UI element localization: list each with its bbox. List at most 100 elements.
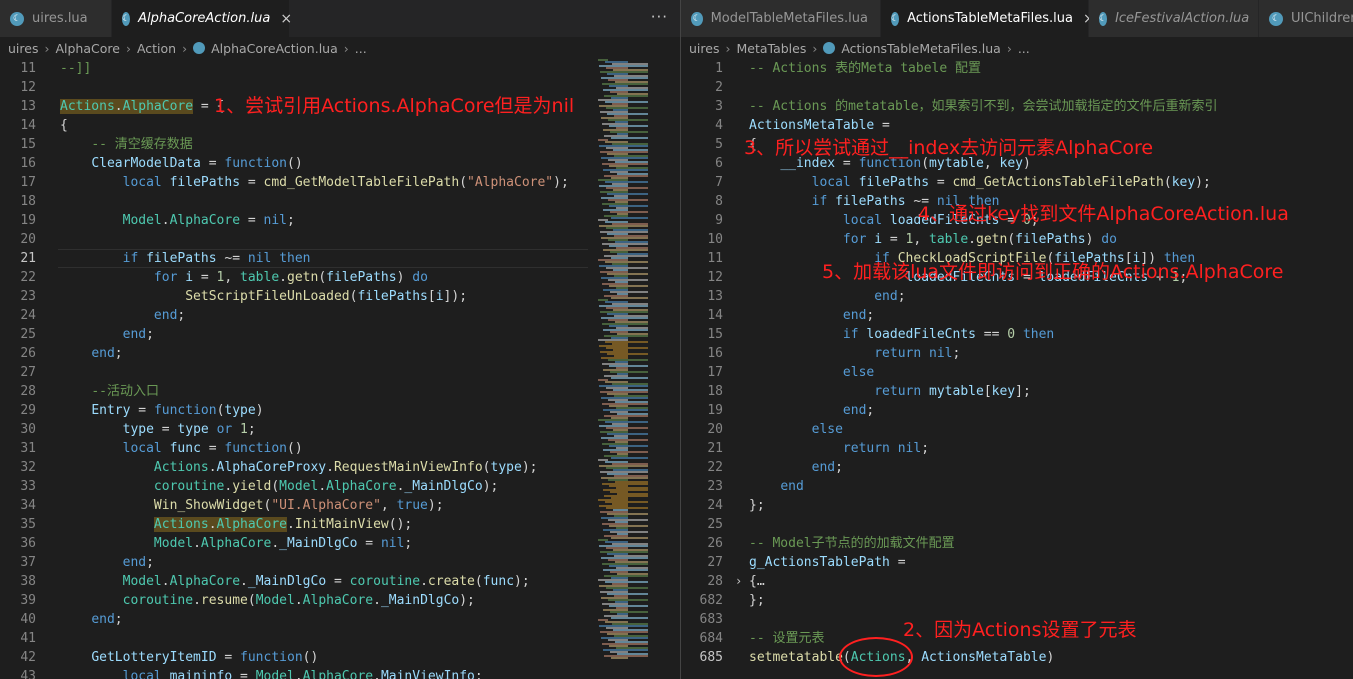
code-line[interactable]: 26 end; (0, 344, 680, 363)
line-code: local filePaths = cmd_GetActionsTableFil… (811, 175, 1211, 190)
tab-label: AlphaCoreAction.lua (138, 11, 271, 26)
code-line[interactable]: 39 coroutine.resume(Model.AlphaCore._Mai… (0, 591, 680, 610)
code-line[interactable]: 32 Actions.AlphaCoreProxy.RequestMainVie… (0, 458, 680, 477)
code-line[interactable]: 30 type = type or 1; (0, 420, 680, 439)
code-line[interactable]: 28 --活动入口 (0, 382, 680, 401)
code-line[interactable]: 15 -- 清空缓存数据 (0, 135, 680, 154)
code-line[interactable]: 37 end; (0, 553, 680, 572)
code-line[interactable]: 684 -- 设置元表 (681, 629, 1353, 648)
code-line[interactable]: 20 (0, 230, 680, 249)
minimap-line (609, 445, 648, 447)
code-line[interactable]: 31 local func = function() (0, 439, 680, 458)
code-line[interactable]: 26 -- Model子节点的的加载文件配置 (681, 534, 1353, 553)
more-actions-icon[interactable]: ··· (651, 8, 668, 26)
line-code: Win_ShowWidget("UI.AlphaCore", true); (153, 498, 444, 513)
breadcrumb: uires › MetaTables › ActionsTableMetaFiles… (681, 37, 1353, 59)
tab-modeltablemetafiles[interactable]: ☾ ModelTableMetaFiles.lua (681, 0, 881, 37)
code-line[interactable]: 34 Win_ShowWidget("UI.AlphaCore", true); (0, 496, 680, 515)
tab-icefestivalaction[interactable]: ☾ IceFestivalAction.lua (1089, 0, 1259, 37)
code-line[interactable]: 682}; (681, 591, 1353, 610)
code-line[interactable]: 20 else (681, 420, 1353, 439)
code-line[interactable]: 3 -- Actions 的metatable，如果索引不到，会尝试加载指定的文件… (681, 97, 1353, 116)
code-line[interactable]: 33 coroutine.yield(Model.AlphaCore._Main… (0, 477, 680, 496)
code-line[interactable]: 40 end; (0, 610, 680, 629)
breadcrumb-item[interactable]: ... (1018, 41, 1030, 56)
code-line[interactable]: 11 if CheckLoadScriptFile(filePaths[i]) … (681, 249, 1353, 268)
code-line[interactable]: 22 end; (681, 458, 1353, 477)
code-line[interactable]: 7 local filePaths = cmd_GetActionsTableF… (681, 173, 1353, 192)
code-line[interactable]: 12 loadedFileCnts = loadedFileCnts + 1; (681, 268, 1353, 287)
code-line[interactable]: 29 Entry = function(type) (0, 401, 680, 420)
lua-file-icon: ☾ (891, 11, 900, 26)
breadcrumb-item[interactable]: AlphaCore (55, 41, 119, 56)
code-line[interactable]: 38 Model.AlphaCore._MainDlgCo = coroutin… (0, 572, 680, 591)
line-code: end; (122, 555, 154, 570)
code-line[interactable]: 17 local filePaths = cmd_GetModelTableFi… (0, 173, 680, 192)
code-line[interactable]: 24 end; (0, 306, 680, 325)
minimap[interactable] (590, 59, 670, 679)
code-editor[interactable]: 1 -- Actions 表的Meta tabele 配置 2 3 -- Actions… (681, 59, 1353, 679)
lua-file-icon: ☾ (10, 11, 24, 26)
breadcrumb-item[interactable]: uires (689, 41, 719, 56)
minimap-line (610, 451, 648, 453)
code-line[interactable]: 22 for i = 1, table.getn(filePaths) do (0, 268, 680, 287)
code-line[interactable]: 9 local loadedFileCnts = 0; (681, 211, 1353, 230)
code-line[interactable]: 15 if loadedFileCnts == 0 then (681, 325, 1353, 344)
code-line[interactable]: 28 {… › (681, 572, 1353, 591)
code-line[interactable]: 1 -- Actions 表的Meta tabele 配置 (681, 59, 1353, 78)
code-line[interactable]: 25 (681, 515, 1353, 534)
code-line[interactable]: 21 return nil; (681, 439, 1353, 458)
breadcrumb-item[interactable]: ... (355, 41, 367, 56)
line-code: local func = function() (122, 441, 303, 456)
code-line[interactable]: 35 Actions.AlphaCore.InitMainView(); (0, 515, 680, 534)
code-line[interactable]: 17 else (681, 363, 1353, 382)
code-line[interactable]: 19 Model.AlphaCore = nil; (0, 211, 680, 230)
code-line[interactable]: 2 (681, 78, 1353, 97)
breadcrumb-item[interactable]: ActionsTableMetaFiles.lua (841, 41, 1000, 56)
line-number: 42 (20, 650, 36, 665)
code-line[interactable]: 12 (0, 78, 680, 97)
code-line[interactable]: 8 if filePaths ~= nil then (681, 192, 1353, 211)
tab-uires[interactable]: ☾ uires.lua (0, 0, 112, 37)
tab-uichildren[interactable]: ☾ UIChildren (1259, 0, 1353, 37)
code-line[interactable]: 18 (0, 192, 680, 211)
breadcrumb-item[interactable]: Action (137, 41, 176, 56)
line-code: return mytable[key]; (874, 384, 1031, 399)
code-line[interactable]: 41 (0, 629, 680, 648)
close-icon[interactable]: × (280, 11, 292, 27)
code-line[interactable]: 685 setmetatable(Actions, ActionsMetaTabl… (681, 648, 1353, 667)
code-line[interactable]: 16 return nil; (681, 344, 1353, 363)
code-line[interactable]: 25 end; (0, 325, 680, 344)
code-line[interactable]: 4 ActionsMetaTable = (681, 116, 1353, 135)
code-line[interactable]: 23 end (681, 477, 1353, 496)
fold-chevron-icon[interactable]: › (735, 572, 742, 591)
line-number: 41 (20, 631, 36, 646)
breadcrumb-item[interactable]: AlphaCoreAction.lua (211, 41, 338, 56)
tab-alphacoreaction[interactable]: ☾ AlphaCoreAction.lua × (112, 0, 292, 37)
code-line[interactable]: 19 end; (681, 401, 1353, 420)
code-line[interactable]: 16 ClearModelData = function() (0, 154, 680, 173)
code-line[interactable]: 27 g_ActionsTablePath = (681, 553, 1353, 572)
code-line[interactable]: 36 Model.AlphaCore._MainDlgCo = nil; (0, 534, 680, 553)
code-line[interactable]: 27 (0, 363, 680, 382)
code-line[interactable]: 43 local maininfo = Model.AlphaCore.Main… (0, 667, 680, 679)
code-line[interactable]: 11 --]] (0, 59, 680, 78)
code-line[interactable]: 18 return mytable[key]; (681, 382, 1353, 401)
breadcrumb-item[interactable]: uires (8, 41, 38, 56)
code-line[interactable]: 13 Actions.AlphaCore = { (0, 97, 680, 116)
code-line[interactable]: 14 end; (681, 306, 1353, 325)
code-line[interactable]: 13 end; (681, 287, 1353, 306)
code-line[interactable]: 683 (681, 610, 1353, 629)
code-line[interactable]: 5{ (681, 135, 1353, 154)
code-line[interactable]: 23 SetScriptFileUnLoaded(filePaths[i]); (0, 287, 680, 306)
line-code: Actions.AlphaCoreProxy.RequestMainViewIn… (153, 460, 538, 475)
line-number: 22 (20, 270, 36, 285)
code-editor[interactable]: 11 --]] 12 13 Actions.AlphaCore = {14 {15 -- … (0, 59, 680, 679)
code-line[interactable]: 14 { (0, 116, 680, 135)
code-line[interactable]: 10 for i = 1, table.getn(filePaths) do (681, 230, 1353, 249)
code-line[interactable]: 6 __index = function(mytable, key) (681, 154, 1353, 173)
code-line[interactable]: 42 GetLotteryItemID = function() (0, 648, 680, 667)
tab-actionstablemetafiles[interactable]: ☾ ActionsTableMetaFiles.lua × (881, 0, 1095, 37)
breadcrumb-item[interactable]: MetaTables (736, 41, 806, 56)
code-line[interactable]: 24}; (681, 496, 1353, 515)
